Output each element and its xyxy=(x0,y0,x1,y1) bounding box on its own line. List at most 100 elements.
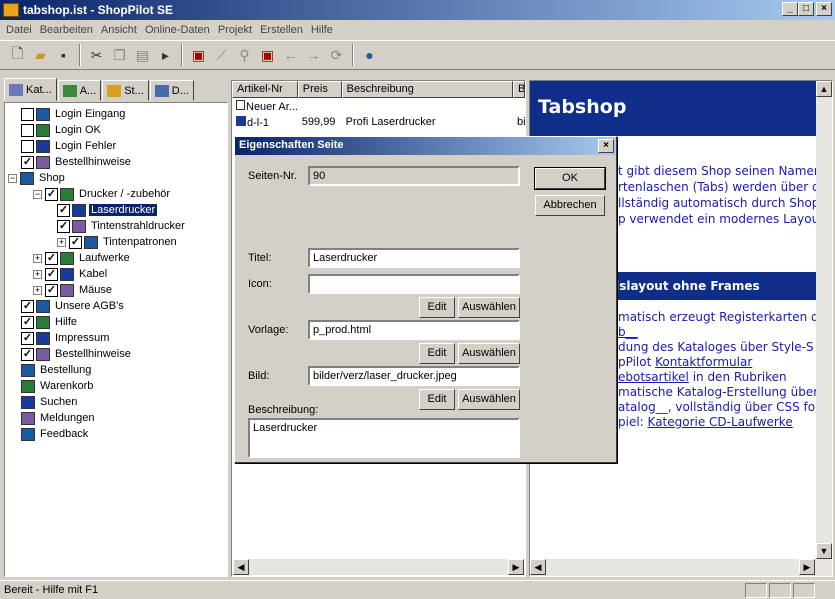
expand-icon[interactable]: + xyxy=(57,237,66,247)
image-choose-button[interactable]: Auswählen xyxy=(458,389,520,410)
tree-checkbox[interactable]: ✓ xyxy=(21,315,34,329)
template-choose-button[interactable]: Auswählen xyxy=(458,343,520,364)
col-beschreibung[interactable]: Beschreibung xyxy=(341,81,513,98)
menu-bearbeiten[interactable]: Bearbeiten xyxy=(38,24,99,36)
save-icon[interactable]: ▪ xyxy=(52,44,75,66)
menu-online-daten[interactable]: Online-Daten xyxy=(143,24,216,36)
scroll-down-icon[interactable]: ▼ xyxy=(816,543,832,559)
tree-item[interactable]: ✓ Bestellhinweise xyxy=(5,346,227,362)
maximize-button[interactable]: □ xyxy=(798,2,814,16)
tree-item[interactable]: Login Fehler xyxy=(5,138,227,154)
preview-icon[interactable]: ▣ xyxy=(187,44,210,66)
tree-item[interactable]: Warenkorb xyxy=(5,378,227,394)
paste-icon[interactable]: ▤ xyxy=(131,44,154,66)
menu-hilfe[interactable]: Hilfe xyxy=(309,24,339,36)
image-field[interactable]: bilder/verz/laser_drucker.jpeg xyxy=(308,366,520,386)
tab-dateien[interactable]: D... xyxy=(149,80,194,101)
title-field[interactable]: Laserdrucker xyxy=(308,248,520,268)
tree-checkbox[interactable]: ✓ xyxy=(57,219,70,233)
open-icon[interactable]: ▰ xyxy=(29,44,52,66)
tree-item[interactable]: Login OK xyxy=(5,122,227,138)
icon-edit-button[interactable]: Edit xyxy=(419,297,455,318)
tree-item[interactable]: + ✓ Laufwerke xyxy=(5,250,227,266)
copy-icon[interactable]: ❐ xyxy=(108,44,131,66)
expand-icon[interactable]: + xyxy=(33,253,42,263)
description-field[interactable]: Laserdrucker xyxy=(248,418,520,458)
expand-icon[interactable]: + xyxy=(33,285,42,295)
tree-item[interactable]: + ✓ Mäuse xyxy=(5,282,227,298)
menu-datei[interactable]: Datei xyxy=(4,24,38,36)
horizontal-scrollbar[interactable]: ◀ ▶ xyxy=(530,559,832,576)
minimize-button[interactable]: _ xyxy=(782,2,798,16)
tree-checkbox[interactable] xyxy=(21,107,34,121)
wand-icon[interactable]: ⟋ xyxy=(210,44,233,66)
menu-projekt[interactable]: Projekt xyxy=(216,24,258,36)
tree-checkbox[interactable]: ✓ xyxy=(45,267,58,281)
tree-checkbox[interactable]: ✓ xyxy=(45,187,58,201)
scroll-right-icon[interactable]: ▶ xyxy=(799,559,815,575)
contact-form-link[interactable]: Kontaktformular xyxy=(655,355,752,369)
tab-kataloge[interactable]: Kat... xyxy=(4,78,57,101)
scroll-right-icon[interactable]: ▶ xyxy=(508,559,524,575)
tree-checkbox[interactable] xyxy=(21,139,34,153)
tree-item[interactable]: Meldungen xyxy=(5,410,227,426)
preview-link[interactable]: b__ xyxy=(618,325,638,339)
dialog-close-button[interactable]: × xyxy=(598,139,614,153)
ok-button[interactable]: OK xyxy=(534,167,606,190)
col-bild[interactable]: Bilc xyxy=(513,81,525,98)
tree-item[interactable]: ✓ Impressum xyxy=(5,330,227,346)
list-row[interactable]: d-l-1 599,99 Profi Laserdrucker bilc xyxy=(232,114,525,130)
offer-article-link[interactable]: ebotsartikel xyxy=(618,370,689,384)
collapse-icon[interactable]: − xyxy=(8,173,17,183)
tree-item[interactable]: Bestellung xyxy=(5,362,227,378)
preview2-icon[interactable]: ▣ xyxy=(256,44,279,66)
tree-checkbox[interactable]: ✓ xyxy=(21,347,34,361)
tree-item[interactable]: ✓ Unsere AGB's xyxy=(5,298,227,314)
import-icon[interactable]: ▸ xyxy=(154,44,177,66)
menu-ansicht[interactable]: Ansicht xyxy=(99,24,143,36)
template-edit-button[interactable]: Edit xyxy=(419,343,455,364)
tree-checkbox[interactable]: ✓ xyxy=(45,283,58,297)
close-button[interactable]: × xyxy=(816,2,832,16)
tab-statistik[interactable]: St... xyxy=(102,80,149,101)
icon-field[interactable] xyxy=(308,274,520,294)
new-icon[interactable]: 🗋 xyxy=(6,44,29,66)
tree-item[interactable]: Login Eingang xyxy=(5,106,227,122)
tree-item[interactable]: Suchen xyxy=(5,394,227,410)
tree-item[interactable]: ✓ Hilfe xyxy=(5,314,227,330)
scroll-left-icon[interactable]: ◀ xyxy=(233,559,249,575)
refresh-icon[interactable]: ⟳ xyxy=(325,44,348,66)
tree-item[interactable]: Feedback xyxy=(5,426,227,442)
tree-checkbox[interactable]: ✓ xyxy=(57,203,70,217)
binoculars-icon[interactable]: ⚲ xyxy=(233,44,256,66)
col-artikel-nr[interactable]: Artikel-Nr xyxy=(232,81,298,98)
col-preis[interactable]: Preis xyxy=(297,81,342,98)
vertical-scrollbar[interactable]: ▲ ▼ xyxy=(816,81,832,559)
image-edit-button[interactable]: Edit xyxy=(419,389,455,410)
scroll-left-icon[interactable]: ◀ xyxy=(530,559,546,575)
back-icon[interactable]: ← xyxy=(279,44,302,66)
tree-item[interactable]: − Shop xyxy=(5,170,227,186)
tree-item[interactable]: − ✓ Drucker / -zubehör xyxy=(5,186,227,202)
tree-item[interactable]: + ✓ Kabel xyxy=(5,266,227,282)
tree-checkbox[interactable]: ✓ xyxy=(21,331,34,345)
tree-checkbox[interactable]: ✓ xyxy=(69,235,82,249)
tree-checkbox[interactable]: ✓ xyxy=(21,155,34,169)
icon-choose-button[interactable]: Auswählen xyxy=(458,297,520,318)
forward-icon[interactable]: → xyxy=(302,44,325,66)
template-field[interactable]: p_prod.html xyxy=(308,320,520,340)
menu-erstellen[interactable]: Erstellen xyxy=(258,24,309,36)
tree-item[interactable]: ✓ Laserdrucker xyxy=(5,202,227,218)
cut-icon[interactable]: ✂ xyxy=(85,44,108,66)
collapse-icon[interactable]: − xyxy=(33,189,42,199)
tree-checkbox[interactable]: ✓ xyxy=(21,299,34,313)
tab-artikel[interactable]: A... xyxy=(57,80,102,101)
globe-icon[interactable]: ● xyxy=(358,44,381,66)
tree-checkbox[interactable]: ✓ xyxy=(45,251,58,265)
expand-icon[interactable]: + xyxy=(33,269,42,279)
cancel-button[interactable]: Abbrechen xyxy=(535,195,605,216)
scroll-up-icon[interactable]: ▲ xyxy=(816,81,832,97)
tree-item[interactable]: ✓ Tintenstrahldrucker xyxy=(5,218,227,234)
list-row[interactable]: Neuer Ar... xyxy=(232,98,525,114)
tree-checkbox[interactable] xyxy=(21,123,34,137)
